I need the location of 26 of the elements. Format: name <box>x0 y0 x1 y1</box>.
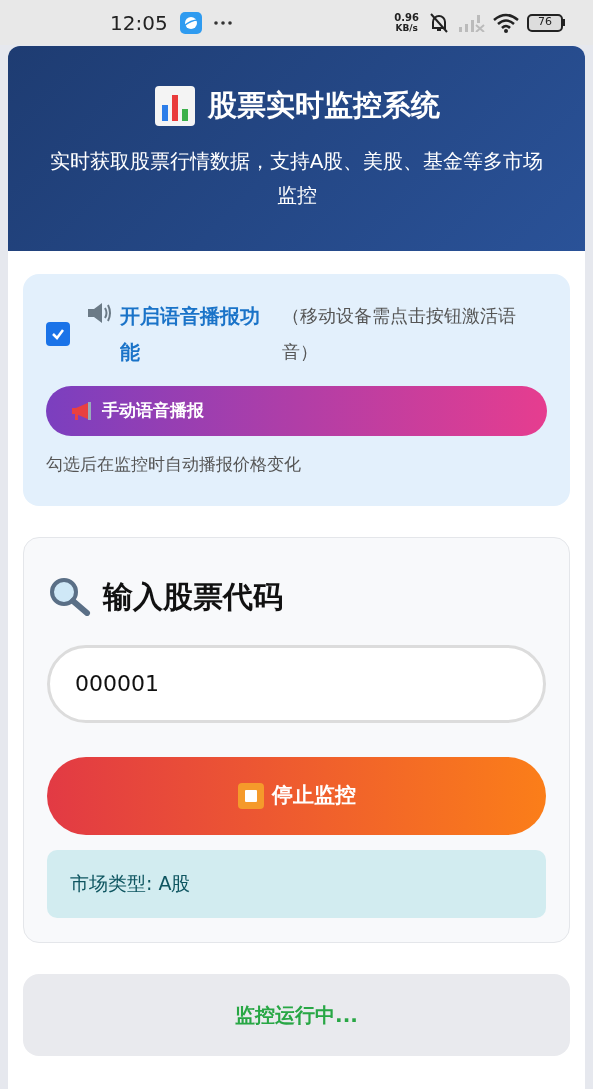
battery-indicator: 76 <box>527 13 565 32</box>
more-icon <box>213 20 232 25</box>
stock-code-field[interactable]: 000001 <box>47 644 546 723</box>
speaker-icon <box>86 301 112 325</box>
voice-hint: 勾选后在监控时自动播报价格变化 <box>46 453 302 476</box>
search-icon <box>47 576 91 616</box>
manual-voice-button[interactable]: 手动语音播报 <box>46 386 547 436</box>
voice-note: （移动设备需点击按钮激活语音） <box>282 304 517 364</box>
monitor-status: 监控运行中... <box>23 973 570 1056</box>
megaphone-icon <box>70 400 94 422</box>
network-speed-unit: KB/s <box>395 22 418 33</box>
voice-checkbox[interactable] <box>46 322 70 346</box>
stop-monitor-button[interactable]: 停止监控 <box>47 756 546 835</box>
voice-checkbox-label[interactable]: 开启语音播报功能 <box>120 298 260 370</box>
bar-chart-icon <box>153 84 196 127</box>
page-title: 股票实时监控系统 <box>207 87 440 124</box>
muted-bell-icon <box>427 11 451 34</box>
app-icon <box>179 11 202 34</box>
wifi-icon <box>493 12 519 33</box>
page-subtitle: 实时获取股票行情数据，支持A股、美股、基金等多市场监控 <box>48 147 545 209</box>
status-time: 12:05 <box>110 9 168 37</box>
section-heading: 输入股票代码 <box>103 577 283 616</box>
network-speed: 0.96 <box>394 12 419 23</box>
signal-icon <box>459 13 485 32</box>
stop-icon <box>237 782 264 809</box>
market-type-label: 市场类型: A股 <box>47 849 546 918</box>
